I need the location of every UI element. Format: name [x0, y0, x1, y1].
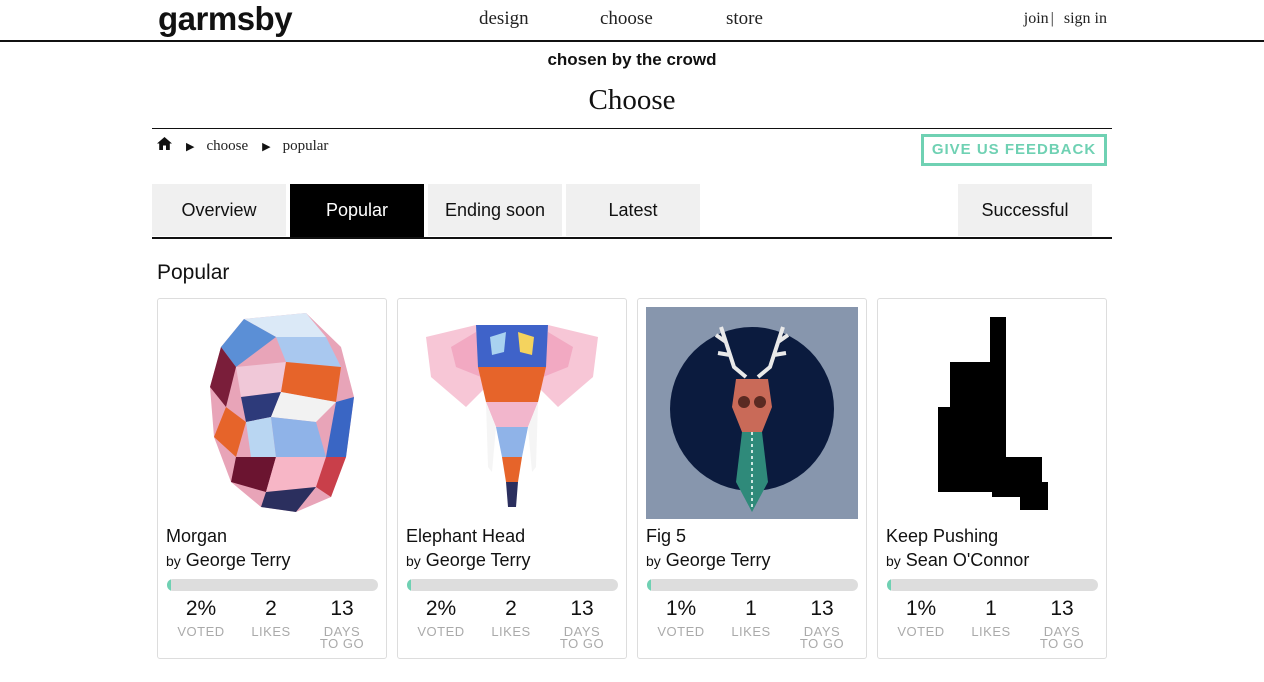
vote-progress-fill	[407, 579, 412, 591]
breadcrumb-popular[interactable]: popular	[283, 138, 329, 155]
design-author[interactable]: by George Terry	[406, 550, 531, 571]
likes-value: 1	[985, 597, 997, 620]
stat-likes: 2 LIKES	[236, 596, 306, 638]
vote-progress-fill	[647, 579, 652, 591]
stat-voted: 2% VOTED	[406, 596, 476, 638]
design-image-morgan[interactable]	[166, 307, 378, 519]
design-author[interactable]: by Sean O'Connor	[886, 550, 1029, 571]
stat-likes: 2 LIKES	[476, 596, 546, 638]
stat-voted: 1% VOTED	[886, 596, 956, 638]
voted-value: 2%	[425, 597, 457, 620]
vote-progress-fill	[167, 579, 172, 591]
stat-likes: 1 LIKES	[956, 596, 1026, 638]
tab-ending-soon[interactable]: Ending soon	[428, 184, 562, 236]
stat-days-to-go: 13 DAYS TO GO	[307, 596, 377, 650]
days-value: 13	[570, 597, 594, 620]
stat-days-to-go: 13 DAYS TO GO	[547, 596, 617, 650]
title-divider	[152, 128, 1112, 129]
days-label-line2: TO GO	[1039, 636, 1085, 651]
likes-label: LIKES	[731, 624, 771, 639]
likes-value: 1	[745, 597, 757, 620]
days-value: 13	[1050, 597, 1074, 620]
vote-progress-bar	[887, 579, 1098, 591]
likes-label: LIKES	[251, 624, 291, 639]
design-title[interactable]: Elephant Head	[406, 526, 525, 547]
voted-label: VOTED	[897, 624, 945, 639]
days-label-line2: TO GO	[559, 636, 605, 651]
likes-label: LIKES	[971, 624, 1011, 639]
author-name[interactable]: Sean O'Connor	[906, 550, 1030, 570]
vote-progress-bar	[407, 579, 618, 591]
stat-voted: 2% VOTED	[166, 596, 236, 638]
auth-separator: |	[1050, 10, 1054, 27]
sign-in-link[interactable]: sign in	[1064, 10, 1107, 27]
design-title[interactable]: Fig 5	[646, 526, 686, 547]
home-icon[interactable]	[157, 137, 172, 155]
tab-overview[interactable]: Overview	[152, 184, 286, 236]
days-label-line2: TO GO	[319, 636, 365, 651]
likes-value: 2	[505, 597, 517, 620]
days-label: DAYS TO GO	[1027, 625, 1097, 651]
author-name[interactable]: George Terry	[186, 550, 291, 570]
days-value: 13	[810, 597, 834, 620]
tab-popular[interactable]: Popular	[290, 184, 424, 238]
days-label-line2: TO GO	[799, 636, 845, 651]
by-label: by	[406, 553, 421, 569]
voted-value: 1%	[905, 597, 937, 620]
section-title: Popular	[157, 261, 230, 284]
give-feedback-button[interactable]: GIVE US FEEDBACK	[921, 134, 1107, 166]
design-card[interactable]: Morgan by George Terry 2% VOTED 2 LIKES 13 D…	[157, 298, 387, 659]
by-label: by	[646, 553, 661, 569]
tab-latest[interactable]: Latest	[566, 184, 700, 236]
top-navigation-bar: garmsby design choose store join | sign i…	[0, 0, 1264, 42]
stat-likes: 1 LIKES	[716, 596, 786, 638]
stat-voted: 1% VOTED	[646, 596, 716, 638]
likes-value: 2	[265, 597, 277, 620]
stat-days-to-go: 13 DAYS TO GO	[1027, 596, 1097, 650]
voted-label: VOTED	[417, 624, 465, 639]
nav-link-store[interactable]: store	[726, 8, 763, 30]
by-label: by	[166, 553, 181, 569]
design-title[interactable]: Morgan	[166, 526, 227, 547]
breadcrumb-choose[interactable]: choose	[206, 138, 248, 155]
breadcrumb: ▶ choose ▶ popular	[157, 137, 328, 155]
design-card[interactable]: Elephant Head by George Terry 2% VOTED 2 LI…	[397, 298, 627, 659]
days-label: DAYS TO GO	[307, 625, 377, 651]
stat-days-to-go: 13 DAYS TO GO	[787, 596, 857, 650]
tab-successful[interactable]: Successful	[958, 184, 1092, 236]
voted-label: VOTED	[177, 624, 225, 639]
voted-value: 1%	[665, 597, 697, 620]
nav-link-design[interactable]: design	[479, 8, 529, 30]
breadcrumb-arrow-icon: ▶	[186, 140, 195, 153]
nav-link-choose[interactable]: choose	[600, 8, 653, 30]
page-tagline: chosen by the crowd	[547, 50, 717, 69]
page-title: Choose	[588, 84, 676, 116]
design-card[interactable]: Fig 5 by George Terry 1% VOTED 1 LIKES 13 DA…	[637, 298, 867, 659]
design-card[interactable]: Keep Pushing by Sean O'Connor 1% VOTED 1 LI…	[877, 298, 1107, 659]
likes-label: LIKES	[491, 624, 531, 639]
vote-progress-bar	[647, 579, 858, 591]
design-image-elephant-head[interactable]	[406, 307, 618, 519]
join-link[interactable]: join	[1024, 10, 1049, 27]
days-label: DAYS TO GO	[547, 625, 617, 651]
garmsby-logo[interactable]: garmsby	[158, 0, 293, 38]
design-image-keep-pushing[interactable]	[886, 307, 1098, 519]
voted-label: VOTED	[657, 624, 705, 639]
by-label: by	[886, 553, 901, 569]
vote-progress-fill	[887, 579, 892, 591]
tabs-divider	[152, 237, 1112, 239]
days-label: DAYS TO GO	[787, 625, 857, 651]
design-image-fig-5[interactable]	[646, 307, 858, 519]
breadcrumb-arrow-icon: ▶	[262, 140, 271, 153]
days-value: 13	[330, 597, 354, 620]
design-title[interactable]: Keep Pushing	[886, 526, 998, 547]
author-name[interactable]: George Terry	[666, 550, 771, 570]
design-author[interactable]: by George Terry	[646, 550, 771, 571]
author-name[interactable]: George Terry	[426, 550, 531, 570]
auth-links: join | sign in	[1024, 10, 1107, 28]
vote-progress-bar	[167, 579, 378, 591]
voted-value: 2%	[185, 597, 217, 620]
design-author[interactable]: by George Terry	[166, 550, 291, 571]
